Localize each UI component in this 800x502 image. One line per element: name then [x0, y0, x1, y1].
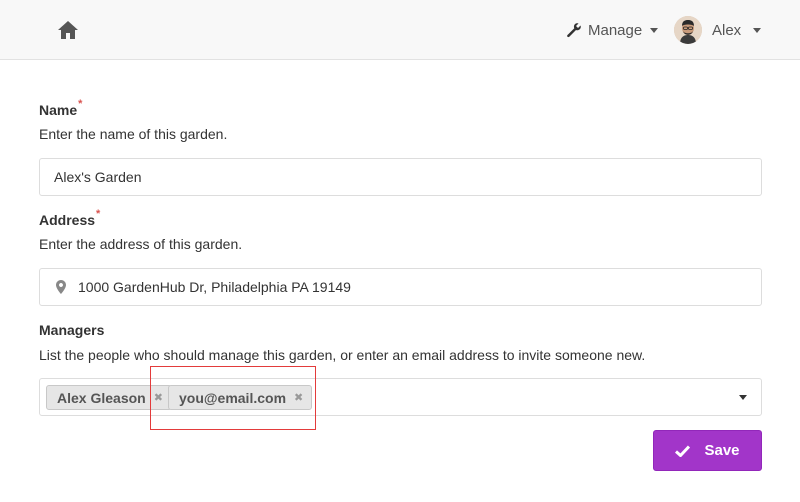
- managers-help-text: List the people who should manage this g…: [39, 347, 646, 363]
- address-input-value: 1000 GardenHub Dr, Philadelphia PA 19149: [78, 279, 351, 295]
- wrench-icon: [567, 23, 581, 38]
- manager-tag-label: you@email.com: [179, 389, 287, 406]
- name-help-text: Enter the name of this garden.: [39, 126, 228, 142]
- save-button-label: Save: [704, 442, 740, 459]
- required-marker: *: [78, 98, 83, 110]
- check-icon: [675, 444, 691, 457]
- save-button[interactable]: Save: [653, 430, 762, 471]
- name-label: Name*: [39, 98, 83, 118]
- managers-label: Managers: [39, 322, 105, 338]
- manager-tag-label: Alex Gleason: [57, 389, 146, 406]
- manage-menu[interactable]: Manage: [566, 17, 659, 43]
- remove-tag-icon[interactable]: ✖: [154, 391, 163, 404]
- name-input-value: Alex's Garden: [54, 169, 142, 185]
- user-name: Alex: [712, 21, 742, 39]
- map-pin-icon: [54, 279, 68, 295]
- manage-label: Manage: [588, 21, 643, 39]
- address-label: Address*: [39, 208, 101, 228]
- manager-tag: Alex Gleason ✖: [46, 385, 172, 410]
- managers-tags-input[interactable]: Alex Gleason ✖ you@email.com ✖: [39, 378, 762, 416]
- address-input[interactable]: 1000 GardenHub Dr, Philadelphia PA 19149: [39, 268, 762, 306]
- avatar: [674, 16, 702, 44]
- top-navbar: Manage Alex: [0, 0, 800, 60]
- home-button[interactable]: [56, 18, 80, 42]
- name-input[interactable]: Alex's Garden: [39, 158, 762, 196]
- user-menu[interactable]: Alex: [674, 14, 762, 46]
- dropdown-caret-icon[interactable]: [739, 395, 747, 400]
- home-icon: [58, 21, 78, 39]
- required-marker: *: [96, 208, 101, 220]
- manager-tag: you@email.com ✖: [168, 385, 313, 410]
- address-help-text: Enter the address of this garden.: [39, 236, 243, 252]
- remove-tag-icon[interactable]: ✖: [294, 391, 303, 404]
- chevron-down-icon: [650, 27, 659, 33]
- chevron-down-icon: [753, 27, 762, 33]
